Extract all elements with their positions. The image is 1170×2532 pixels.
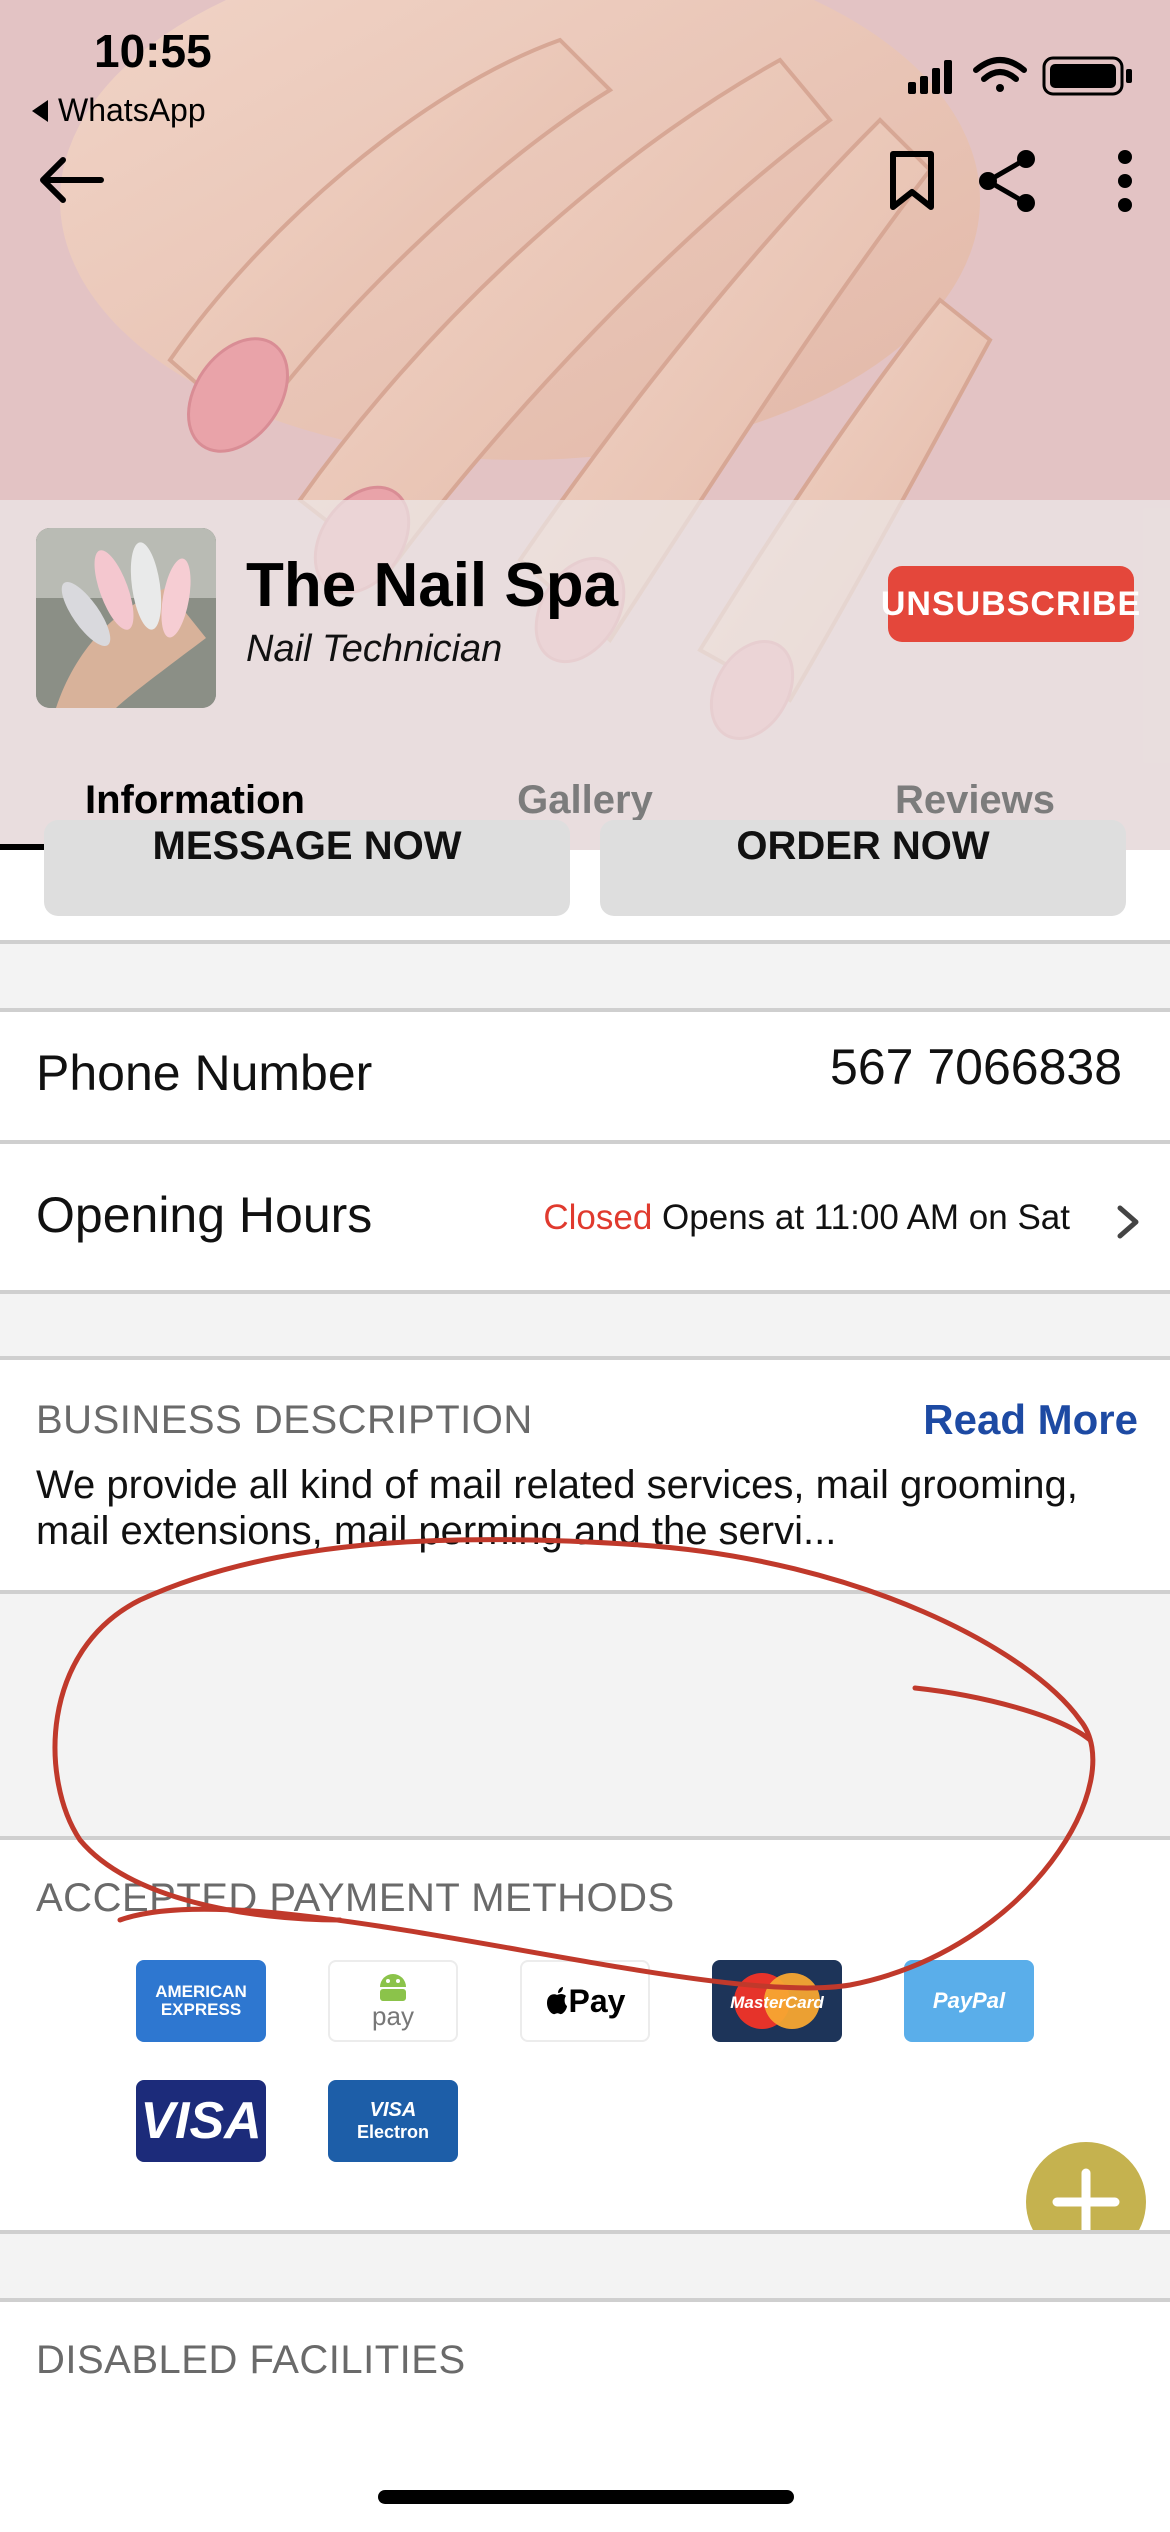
avatar-nails-image	[36, 528, 216, 708]
visa-electron-top-text: VISA	[369, 2099, 417, 2121]
chevron-right-icon[interactable]	[1110, 1202, 1146, 1242]
share-icon	[979, 150, 1035, 212]
status-indicators	[908, 56, 1132, 96]
divider	[0, 1008, 1170, 1012]
section-spacer	[0, 944, 1170, 1010]
payment-methods-heading: ACCEPTED PAYMENT METHODS	[36, 1876, 675, 1920]
business-category: Nail Technician	[246, 628, 503, 670]
bookmark-button[interactable]	[872, 136, 952, 226]
mastercard-logo: MasterCard	[712, 1960, 842, 2042]
visa-logo: VISA	[136, 2080, 266, 2162]
home-indicator[interactable]	[378, 2490, 794, 2504]
divider	[0, 1356, 1170, 1360]
share-button[interactable]	[962, 136, 1052, 226]
header-cover-image: 10:55 WhatsApp The Nail Spa Nail Technic…	[0, 0, 1170, 850]
section-spacer	[0, 2234, 1170, 2300]
divider	[0, 1140, 1170, 1144]
order-now-button[interactable]: ORDER NOW	[600, 820, 1126, 916]
android-icon	[380, 1973, 406, 2001]
divider	[0, 1836, 1170, 1840]
apple-icon	[546, 1987, 567, 2015]
back-button[interactable]	[20, 140, 120, 220]
unsubscribe-button[interactable]: UNSUBSCRIBE	[881, 566, 1140, 642]
battery-icon	[1042, 56, 1132, 96]
apple-pay-logo: Pay	[520, 1960, 650, 2042]
return-to-app-link[interactable]: WhatsApp	[32, 92, 206, 129]
wifi-icon	[973, 57, 1027, 92]
business-description-heading: BUSINESS DESCRIPTION	[36, 1398, 533, 1442]
android-pay-text: pay	[372, 2000, 414, 2031]
bookmark-icon	[890, 151, 934, 210]
visa-electron-logo: VISA Electron	[328, 2080, 458, 2162]
hours-next-open: Opens at 11:00 AM on Sat	[662, 1198, 1070, 1237]
amex-logo: AMERICAN EXPRESS	[136, 1960, 266, 2042]
status-time: 10:55	[94, 25, 212, 77]
mastercard-circles-icon: MasterCard	[730, 1973, 824, 2029]
opening-hours-value[interactable]: Closed Opens at 11:00 AM on Sat	[543, 1198, 1070, 1238]
mastercard-text: MasterCard	[730, 1993, 824, 2012]
message-now-button[interactable]: MESSAGE NOW	[44, 820, 570, 916]
empty-section	[0, 1594, 1170, 1838]
apple-pay-text: Pay	[568, 1982, 626, 2019]
back-arrow-icon	[40, 157, 104, 203]
disabled-facilities-heading: DISABLED FACILITIES	[36, 2338, 466, 2382]
paypal-logo: PayPal	[904, 1960, 1034, 2042]
more-options-button[interactable]	[1090, 136, 1160, 226]
android-pay-logo: pay	[328, 1960, 458, 2042]
business-avatar[interactable]	[36, 528, 216, 708]
more-vertical-icon	[1118, 150, 1132, 212]
business-description-text: We provide all kind of mail related serv…	[36, 1463, 1078, 1553]
message-now-label: MESSAGE NOW	[152, 823, 462, 868]
signal-icon	[908, 60, 952, 94]
hours-status: Closed	[543, 1198, 653, 1237]
business-name: The Nail Spa	[246, 551, 619, 620]
plus-icon	[1052, 2168, 1120, 2236]
back-triangle-icon	[32, 99, 48, 122]
divider	[0, 2298, 1170, 2302]
section-spacer	[0, 1294, 1170, 1358]
action-buttons-row: MESSAGE NOW ORDER NOW	[0, 820, 1170, 942]
opening-hours-label: Opening Hours	[36, 1187, 373, 1243]
phone-number-label: Phone Number	[36, 1045, 373, 1101]
order-now-label: ORDER NOW	[736, 823, 990, 868]
visa-electron-bottom-text: Electron	[356, 2122, 430, 2142]
read-more-link[interactable]: Read More	[923, 1396, 1138, 1444]
phone-number-value[interactable]: 567 7066838	[830, 1038, 1122, 1096]
return-app-label: WhatsApp	[58, 92, 206, 128]
